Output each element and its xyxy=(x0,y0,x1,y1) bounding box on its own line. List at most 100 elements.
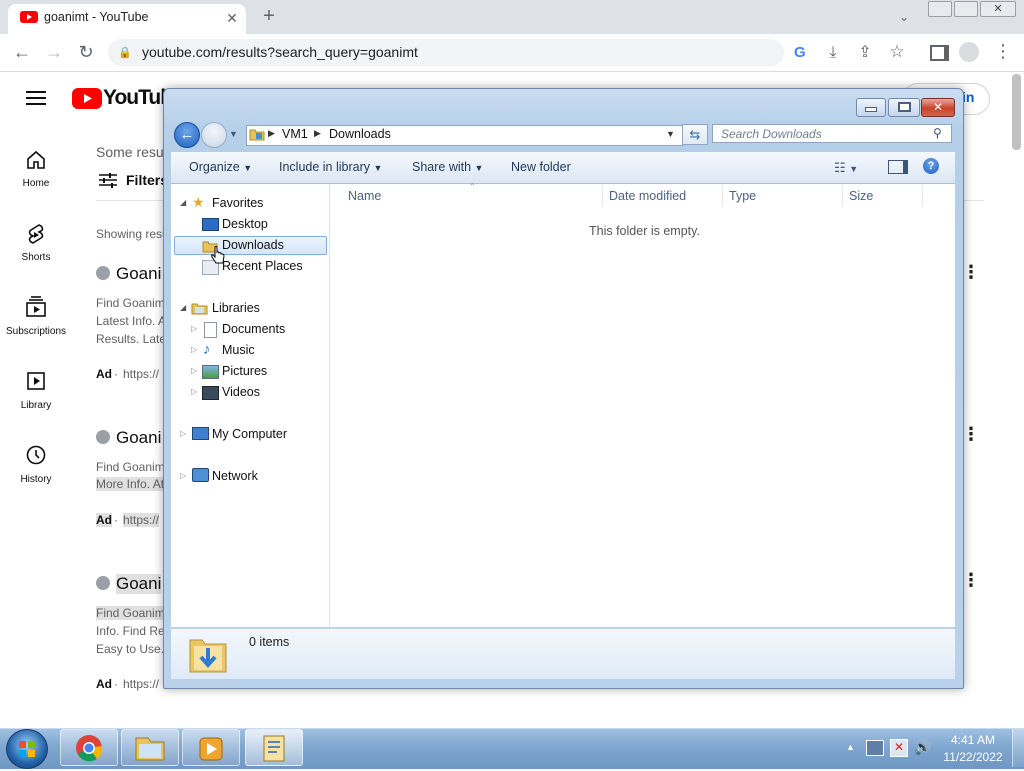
forward-icon[interactable]: → xyxy=(44,43,64,61)
address-dropdown-icon[interactable]: ▼ xyxy=(666,129,675,139)
nav-libraries[interactable]: Libraries xyxy=(212,301,260,315)
nav-my-computer[interactable]: My Computer xyxy=(212,427,287,441)
column-divider[interactable] xyxy=(602,186,603,206)
show-hidden-icons-icon[interactable]: ▲ xyxy=(846,742,855,752)
home-icon[interactable] xyxy=(25,149,47,171)
youtube-logo-icon[interactable] xyxy=(72,88,102,110)
new-tab-icon[interactable]: + xyxy=(261,6,277,26)
share-icon[interactable]: ⇪ xyxy=(856,45,874,61)
collapse-arrow-icon[interactable]: ▷ xyxy=(180,429,186,438)
sidebar-home[interactable]: Home xyxy=(0,178,72,189)
explorer-close-button[interactable]: ✕ xyxy=(921,98,955,117)
nav-desktop[interactable]: Desktop xyxy=(222,217,268,231)
breadcrumb-vm1[interactable]: VM1 xyxy=(282,127,308,141)
taskbar-explorer[interactable] xyxy=(121,729,179,766)
sidebar-shorts[interactable]: Shorts xyxy=(0,252,72,263)
nav-pictures[interactable]: Pictures xyxy=(222,364,267,378)
nav-recent-places[interactable]: Recent Places xyxy=(222,259,303,273)
more-actions-icon[interactable]: ⋮ xyxy=(962,424,980,445)
explorer-search-input[interactable]: Search Downloads xyxy=(712,124,952,143)
result-url[interactable]: https:// xyxy=(123,513,160,527)
sidebar-library[interactable]: Library xyxy=(0,400,72,411)
nav-music[interactable]: Music xyxy=(222,343,255,357)
collapse-arrow-icon[interactable]: ▷ xyxy=(191,345,197,354)
organize-menu[interactable]: Organize ▼ xyxy=(189,160,252,174)
side-panel-icon[interactable] xyxy=(930,45,949,61)
explorer-maximize-button[interactable] xyxy=(888,98,920,117)
new-folder-button[interactable]: New folder xyxy=(511,160,571,174)
profile-avatar[interactable] xyxy=(959,42,979,62)
collapse-arrow-icon[interactable]: ▷ xyxy=(191,387,197,396)
result-title[interactable]: Goani xyxy=(116,264,161,284)
clock-date[interactable]: 11/22/2022 xyxy=(940,750,1006,764)
file-list-pane[interactable] xyxy=(330,184,955,627)
explorer-forward-button[interactable] xyxy=(201,122,227,148)
more-actions-icon[interactable]: ⋮ xyxy=(962,570,980,591)
reload-icon[interactable]: ↻ xyxy=(76,43,96,61)
preview-pane-icon[interactable] xyxy=(888,160,908,174)
show-desktop-button[interactable] xyxy=(1012,729,1024,767)
nav-videos[interactable]: Videos xyxy=(222,385,260,399)
collapse-arrow-icon[interactable]: ▷ xyxy=(180,471,186,480)
nav-downloads[interactable]: Downloads xyxy=(222,238,284,252)
filters-button[interactable]: Filters xyxy=(126,172,168,188)
explorer-address-bar[interactable] xyxy=(246,125,683,146)
tab-search-icon[interactable]: ⌄ xyxy=(896,9,912,25)
restore-button[interactable] xyxy=(954,1,978,17)
explorer-minimize-button[interactable] xyxy=(856,98,886,117)
nav-favorites[interactable]: Favorites xyxy=(212,196,263,210)
nav-network[interactable]: Network xyxy=(212,469,258,483)
search-icon[interactable]: ⚲ xyxy=(933,126,942,140)
column-name[interactable]: Name xyxy=(348,189,381,203)
shorts-icon[interactable] xyxy=(25,222,47,246)
page-scrollbar[interactable] xyxy=(1012,74,1021,150)
url-text[interactable]: youtube.com/results?search_query=goanimt xyxy=(142,44,418,60)
column-size[interactable]: Size xyxy=(849,189,873,203)
column-divider[interactable] xyxy=(922,186,923,206)
column-divider[interactable] xyxy=(722,186,723,206)
breadcrumb-chevron-icon[interactable]: ▶ xyxy=(314,128,321,139)
filters-icon[interactable] xyxy=(98,171,118,189)
change-view-icon[interactable]: ☷ ▼ xyxy=(834,160,858,176)
install-icon[interactable]: ⤓ xyxy=(824,45,842,61)
expand-arrow-icon[interactable]: ◢ xyxy=(180,198,186,207)
expand-arrow-icon[interactable]: ◢ xyxy=(180,303,186,312)
google-lens-icon[interactable]: G xyxy=(794,44,806,61)
breadcrumb-chevron-icon[interactable]: ▶ xyxy=(268,128,275,139)
clock-time[interactable]: 4:41 AM xyxy=(944,733,1002,747)
hamburger-menu-icon[interactable] xyxy=(26,90,46,106)
library-icon[interactable] xyxy=(25,370,47,392)
result-title[interactable]: Goani xyxy=(116,574,162,594)
column-date-modified[interactable]: Date modified xyxy=(609,189,686,203)
result-title[interactable]: Goani xyxy=(116,428,161,448)
help-icon[interactable]: ? xyxy=(923,158,939,174)
network-tray-icon[interactable] xyxy=(866,740,884,756)
recent-pages-dropdown-icon[interactable]: ▼ xyxy=(229,129,238,139)
close-tab-icon[interactable]: ✕ xyxy=(224,10,240,26)
collapse-arrow-icon[interactable]: ▷ xyxy=(191,366,197,375)
result-url[interactable]: https:// xyxy=(123,677,159,691)
lock-icon[interactable]: 🔒 xyxy=(118,45,132,61)
bookmark-star-icon[interactable]: ☆ xyxy=(888,43,906,60)
volume-icon[interactable]: 🔊 xyxy=(914,739,931,756)
column-divider[interactable] xyxy=(842,186,843,206)
nav-documents[interactable]: Documents xyxy=(222,322,285,336)
taskbar-chrome[interactable] xyxy=(60,729,118,766)
explorer-back-button[interactable]: ← xyxy=(174,122,200,148)
taskbar-active-window[interactable] xyxy=(245,729,303,766)
more-actions-icon[interactable]: ⋮ xyxy=(962,262,980,283)
action-center-icon[interactable]: ✕ xyxy=(890,739,908,757)
share-with-menu[interactable]: Share with ▼ xyxy=(412,160,483,174)
breadcrumb-downloads[interactable]: Downloads xyxy=(329,127,391,141)
history-icon[interactable] xyxy=(25,444,47,466)
close-window-button[interactable]: ✕ xyxy=(980,1,1016,17)
taskbar-media-player[interactable] xyxy=(182,729,240,766)
start-button[interactable] xyxy=(6,729,48,769)
sidebar-subscriptions[interactable]: Subscriptions xyxy=(0,326,72,337)
column-type[interactable]: Type xyxy=(729,189,756,203)
refresh-icon[interactable]: ⇆ xyxy=(682,124,708,145)
minimize-button[interactable] xyxy=(928,1,952,17)
result-url[interactable]: https:// xyxy=(123,367,159,381)
chrome-menu-icon[interactable]: ⋮ xyxy=(994,42,1012,60)
collapse-arrow-icon[interactable]: ▷ xyxy=(191,324,197,333)
